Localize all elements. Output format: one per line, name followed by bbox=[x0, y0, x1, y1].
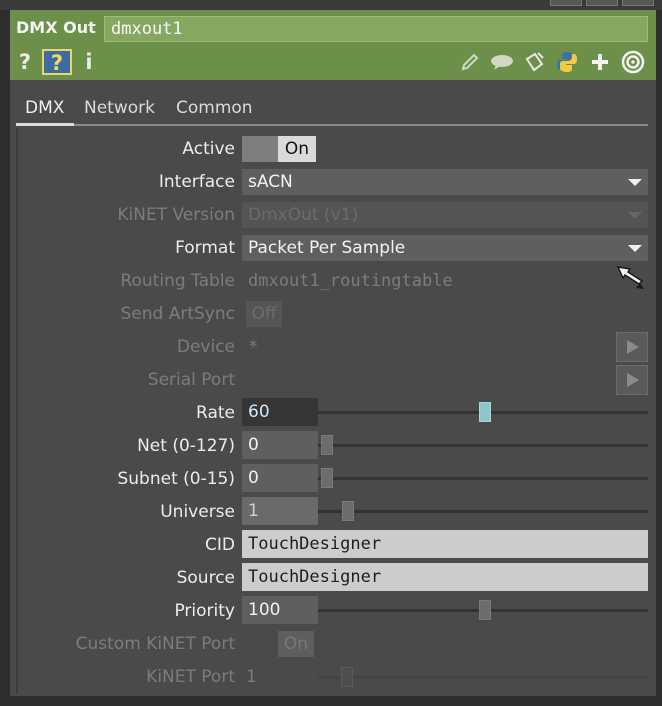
kinet-port-label: KiNET Port bbox=[146, 667, 235, 687]
format-label: Format bbox=[175, 238, 235, 258]
send-artsync-label: Send ArtSync bbox=[120, 304, 235, 324]
priority-field[interactable]: 100 bbox=[242, 596, 318, 624]
window-button[interactable] bbox=[622, 0, 654, 6]
universe-slider-handle[interactable] bbox=[342, 501, 354, 521]
operator-name-field[interactable]: dmxout1 bbox=[104, 16, 648, 42]
subnet-field[interactable]: 0 bbox=[242, 464, 318, 492]
rate-slider-handle[interactable] bbox=[479, 402, 491, 422]
net-field[interactable]: 0 bbox=[242, 431, 318, 459]
cid-label: CID bbox=[205, 535, 235, 555]
panel-left-edge bbox=[16, 128, 18, 694]
kinet-port-value[interactable]: 1 bbox=[246, 664, 257, 690]
kinet-port-slider-track[interactable] bbox=[318, 676, 648, 679]
window-button[interactable] bbox=[586, 0, 618, 6]
active-label: Active bbox=[182, 139, 235, 159]
rate-label: Rate bbox=[196, 403, 235, 423]
tab-common[interactable]: Common bbox=[176, 96, 253, 120]
window-top-strip bbox=[0, 0, 662, 10]
net-label: Net (0-127) bbox=[137, 436, 235, 456]
universe-label: Universe bbox=[160, 502, 235, 522]
source-field[interactable]: TouchDesigner bbox=[242, 563, 648, 591]
active-tab-indicator bbox=[16, 123, 74, 126]
format-dropdown[interactable]: Packet Per Sample bbox=[242, 235, 648, 261]
parameter-panel: DMX Out dmxout1 ? ? i DMX Network Common… bbox=[10, 10, 656, 696]
device-value[interactable]: * bbox=[248, 334, 258, 360]
target-icon[interactable] bbox=[620, 50, 646, 74]
toggle-on-label: On bbox=[278, 136, 316, 162]
kinet-version-label: KiNET Version bbox=[117, 205, 235, 225]
interface-label: Interface bbox=[158, 172, 235, 192]
comment-icon[interactable] bbox=[488, 50, 516, 74]
tab-network[interactable]: Network bbox=[84, 96, 155, 120]
format-value: Packet Per Sample bbox=[248, 238, 406, 258]
net-slider-track[interactable] bbox=[318, 444, 648, 447]
device-label: Device bbox=[176, 337, 235, 357]
subnet-label: Subnet (0-15) bbox=[117, 469, 235, 489]
help-icon[interactable]: ? bbox=[16, 50, 34, 74]
info-icon[interactable]: i bbox=[82, 50, 96, 74]
interface-value: sACN bbox=[248, 172, 293, 192]
device-browse-button[interactable] bbox=[616, 332, 648, 362]
universe-field[interactable]: 1 bbox=[242, 497, 318, 525]
kinet-port-slider-handle[interactable] bbox=[341, 667, 353, 687]
subnet-slider-track[interactable] bbox=[318, 477, 648, 480]
rate-field[interactable]: 60 bbox=[242, 398, 318, 426]
svg-text:?: ? bbox=[51, 51, 63, 75]
custom-kinet-port-toggle[interactable]: On bbox=[278, 631, 314, 657]
cid-field[interactable]: TouchDesigner bbox=[242, 530, 648, 558]
kinet-version-dropdown[interactable]: DmxOut (v1) bbox=[242, 202, 648, 228]
clone-icon[interactable] bbox=[522, 50, 546, 74]
chevron-down-icon bbox=[628, 179, 642, 186]
operator-type: DMX Out bbox=[16, 18, 96, 37]
interface-dropdown[interactable]: sACN bbox=[242, 169, 648, 195]
subnet-slider-handle[interactable] bbox=[321, 468, 333, 488]
chevron-down-icon bbox=[628, 245, 642, 252]
routing-table-value[interactable]: dmxout1_routingtable bbox=[248, 268, 453, 294]
routing-table-label: Routing Table bbox=[120, 271, 235, 291]
send-artsync-toggle[interactable]: Off bbox=[246, 301, 282, 327]
tab-dmx[interactable]: DMX bbox=[25, 96, 64, 120]
custom-kinet-port-label: Custom KiNET Port bbox=[75, 634, 235, 654]
serial-port-browse-button[interactable] bbox=[616, 365, 648, 395]
active-toggle[interactable]: On bbox=[242, 136, 316, 162]
edit-icon[interactable] bbox=[458, 50, 482, 74]
priority-slider-handle[interactable] bbox=[479, 600, 491, 620]
universe-slider-track[interactable] bbox=[318, 510, 648, 513]
kinet-version-value: DmxOut (v1) bbox=[248, 205, 359, 225]
add-icon[interactable] bbox=[588, 50, 612, 74]
drag-arrow-icon[interactable] bbox=[616, 265, 648, 293]
priority-label: Priority bbox=[174, 601, 235, 621]
serial-port-label: Serial Port bbox=[147, 370, 235, 390]
net-slider-handle[interactable] bbox=[321, 435, 333, 455]
window-button[interactable] bbox=[550, 0, 582, 6]
python-help-icon[interactable]: ? bbox=[42, 49, 72, 75]
python-icon[interactable] bbox=[554, 50, 580, 74]
toggle-off-half bbox=[242, 136, 278, 162]
operator-header: DMX Out dmxout1 ? ? i bbox=[10, 10, 656, 80]
source-label: Source bbox=[176, 568, 235, 588]
tab-divider bbox=[16, 124, 648, 126]
chevron-down-icon bbox=[628, 212, 642, 219]
